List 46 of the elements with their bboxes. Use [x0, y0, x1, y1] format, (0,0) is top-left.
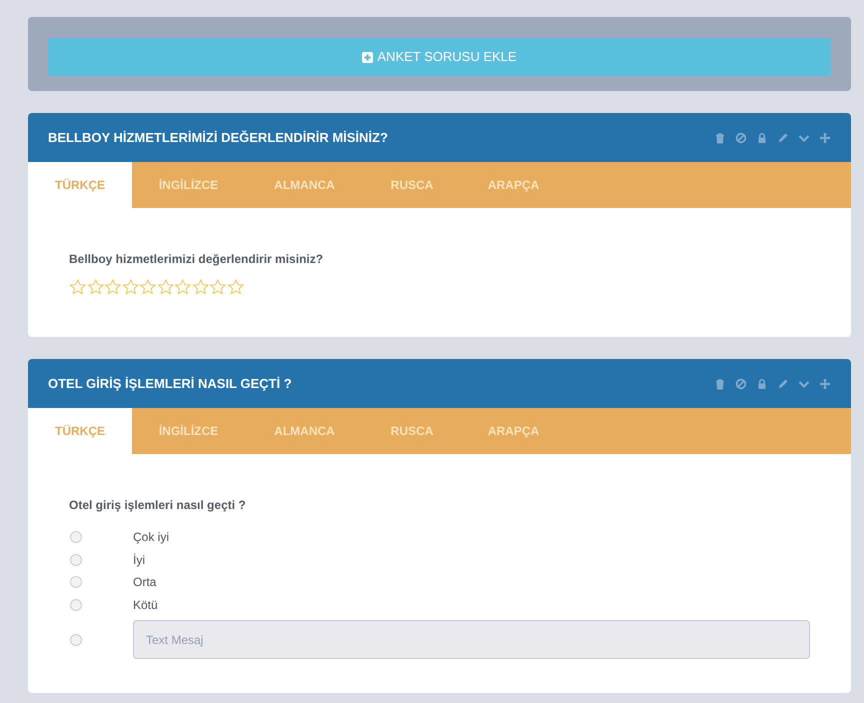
star-icon[interactable] — [156, 279, 174, 295]
star-icon[interactable] — [226, 279, 244, 295]
ban-icon[interactable] — [735, 132, 747, 144]
language-tab[interactable]: TÜRKÇE — [28, 408, 132, 454]
star-icon[interactable] — [86, 279, 104, 295]
ban-icon[interactable] — [735, 378, 747, 390]
radio-button[interactable] — [70, 576, 82, 588]
move-icon[interactable] — [819, 378, 831, 390]
star-icon[interactable] — [209, 279, 226, 295]
question-text: Bellboy hizmetlerimizi değerlendirir misiniz? — [69, 251, 324, 268]
radio-button[interactable] — [70, 554, 82, 566]
add-question-button[interactable]: ANKET SORUSU EKLE — [48, 38, 831, 76]
option-label: Kötü — [133, 596, 158, 614]
question-title: BELLBOY HİZMETLERİMİZİ DEĞERLENDİRİR MİSİNİZ? — [48, 128, 389, 147]
language-tab[interactable]: TÜRKÇE — [28, 162, 132, 208]
star-icon[interactable] — [122, 279, 139, 295]
language-tab[interactable]: ARAPÇA — [460, 162, 567, 208]
lock-icon[interactable] — [756, 132, 768, 144]
language-tab[interactable]: RUSCA — [364, 408, 460, 454]
option-label: İyi — [133, 552, 145, 569]
radio-button[interactable] — [70, 598, 82, 611]
pencil-icon[interactable] — [777, 132, 789, 144]
question-text: Otel giriş işlemleri nasıl geçti ? — [69, 497, 247, 514]
radio-button[interactable] — [70, 531, 82, 544]
language-tab[interactable]: RUSCA — [364, 162, 460, 208]
move-icon[interactable] — [819, 132, 831, 144]
star-icon[interactable] — [139, 279, 156, 295]
lock-icon[interactable] — [756, 378, 768, 390]
language-tab[interactable]: İNGİLİZCE — [132, 408, 245, 454]
option-label: Orta — [133, 574, 156, 592]
star-icon[interactable] — [69, 279, 86, 295]
language-tab[interactable]: ARAPÇA — [460, 408, 567, 454]
radio-button[interactable] — [70, 634, 82, 646]
language-tab[interactable]: ALMANCA — [245, 408, 364, 454]
trash-icon[interactable] — [714, 132, 726, 144]
star-icon[interactable] — [104, 279, 122, 295]
option-label: Çok iyi — [133, 529, 170, 546]
message-field[interactable]: Text Mesaj — [133, 620, 810, 659]
language-tab[interactable]: ALMANCA — [245, 162, 364, 208]
plus-icon — [362, 52, 374, 62]
star-icon[interactable] — [192, 279, 209, 295]
pencil-icon[interactable] — [777, 378, 789, 390]
language-tab[interactable]: İNGİLİZCE — [132, 162, 245, 208]
question-title: OTEL GİRİŞ İŞLEMLERİ NASIL GEÇTİ ? — [48, 374, 293, 393]
trash-icon[interactable] — [714, 378, 726, 390]
star-icon[interactable] — [174, 279, 192, 295]
